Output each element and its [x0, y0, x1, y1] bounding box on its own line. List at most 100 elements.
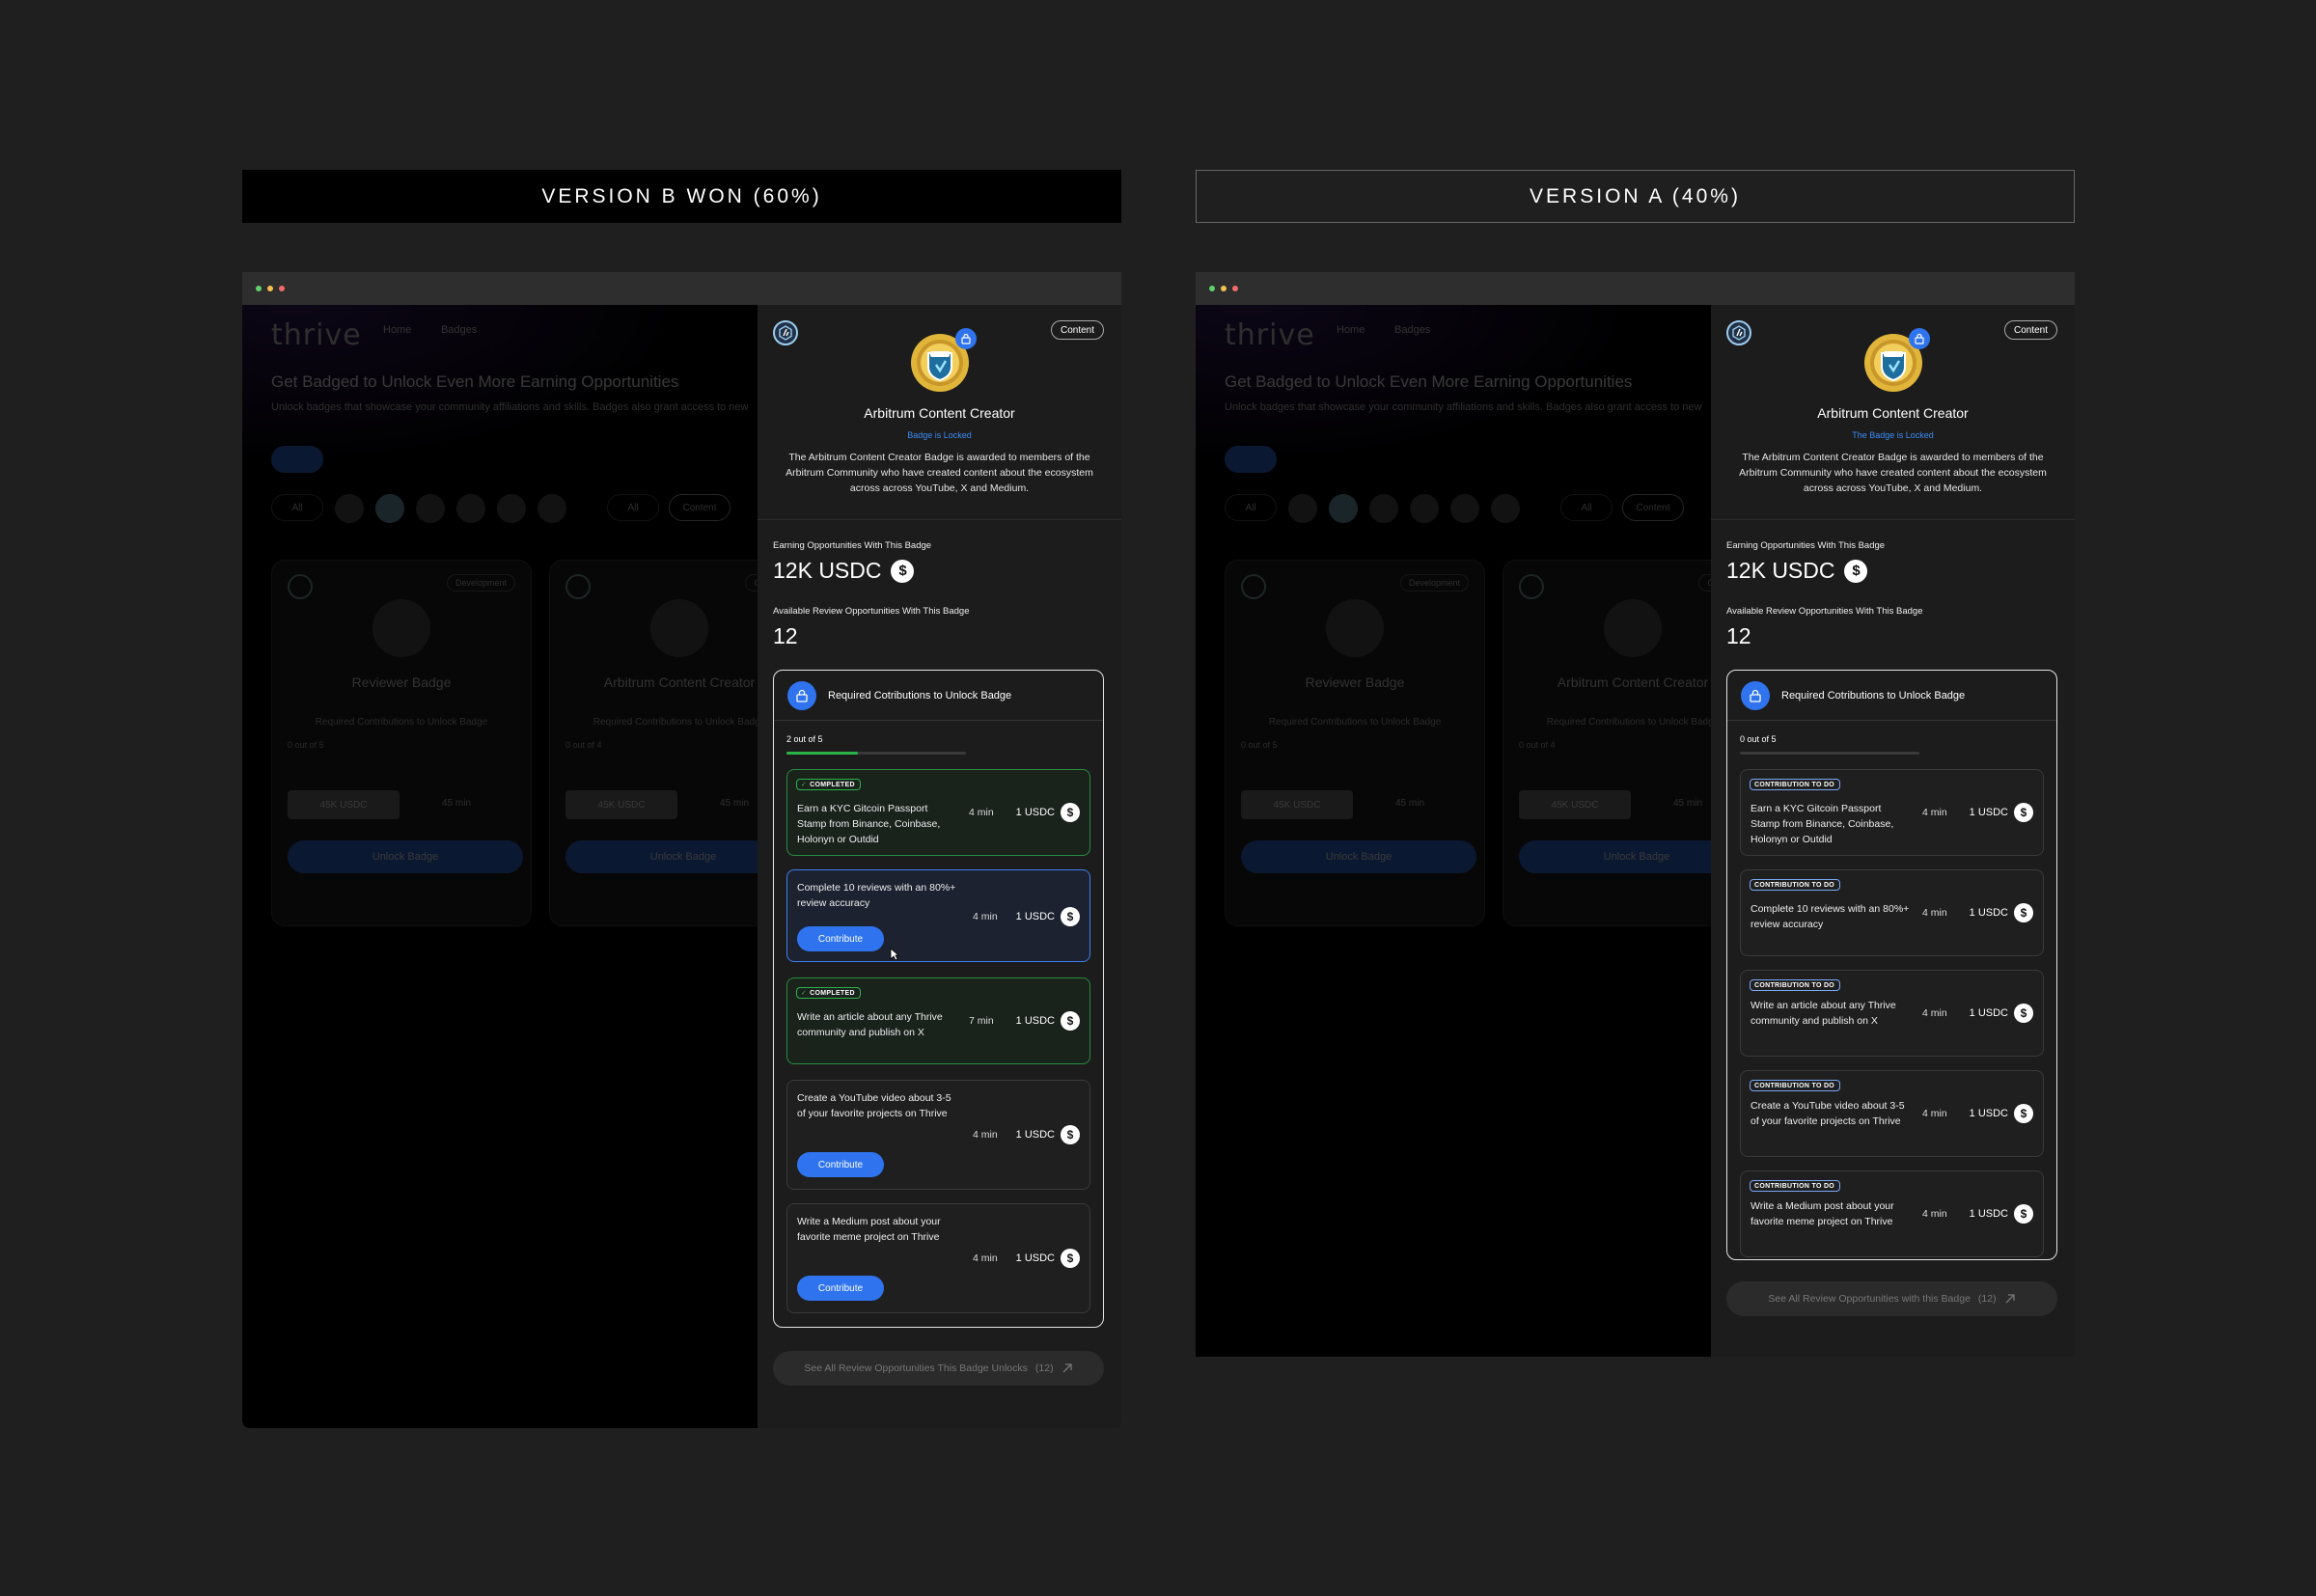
unlock-badge-button[interactable]: Unlock Badge — [565, 840, 758, 873]
badge-medal-icon — [372, 599, 430, 657]
completed-badge: ✓ COMPLETED — [796, 779, 861, 790]
badge-medal-icon — [650, 599, 708, 657]
badge-card-requirement: Required Contributions to Unlock Badge — [1546, 717, 1711, 728]
badge-card-mins: 45 min — [442, 798, 472, 809]
thrive-logo: thrive — [1225, 318, 1315, 352]
task-card[interactable]: CONTRIBUTION TO DO Write an article abou… — [1740, 970, 2044, 1057]
category-content-button[interactable]: Content — [669, 494, 731, 521]
progress-bar — [786, 752, 966, 755]
task-text: Create a YouTube video about 3-5 of your… — [1751, 1100, 1905, 1127]
badge-card-count: 0 out of 5 — [1241, 740, 1278, 750]
badge-locked-status: Badge is Locked — [907, 430, 972, 440]
task-mins: 4 min — [1922, 907, 1947, 919]
badge-card-title: Reviewer Badge — [351, 674, 452, 690]
task-text: Write an article about any Thrive commun… — [1751, 1000, 1896, 1027]
badge-medal-icon — [1604, 599, 1662, 657]
nav-home[interactable]: Home — [383, 324, 411, 336]
contribute-button[interactable]: Contribute — [797, 926, 884, 951]
filter-all-button[interactable]: All — [271, 494, 323, 521]
progress-text: 2 out of 5 — [786, 734, 823, 744]
arbitrum-logo-icon — [1726, 320, 1751, 345]
nav-home[interactable]: Home — [1337, 324, 1365, 336]
unlock-badge-button[interactable]: Unlock Badge — [1519, 840, 1711, 873]
see-all-review-button[interactable]: See All Review Opportunities This Badge … — [773, 1351, 1104, 1386]
badge-card-title: Arbitrum Content Creator — [1557, 674, 1709, 690]
badge-medal-icon — [1326, 599, 1384, 657]
badge-card-requirement: Required Contributions to Unlock Badge — [593, 717, 758, 728]
cursor-icon — [890, 948, 899, 961]
category-all-button[interactable]: All — [607, 494, 659, 521]
arbitrum-filter-icon[interactable] — [375, 494, 404, 523]
check-icon: ✓ — [801, 782, 808, 788]
badge-card-count: 0 out of 4 — [1519, 740, 1556, 750]
community-icon[interactable] — [1450, 494, 1479, 523]
task-mins: 4 min — [973, 911, 998, 922]
badge-description: The Arbitrum Content Creator Badge is aw… — [1739, 452, 2047, 494]
community-icon[interactable] — [497, 494, 526, 523]
community-icon[interactable] — [1288, 494, 1317, 523]
nav-badges[interactable]: Badges — [441, 324, 477, 336]
badge-card[interactable]: Development Reviewer Badge Required Cont… — [271, 560, 532, 926]
category-all-button[interactable]: All — [1560, 494, 1613, 521]
badge-card[interactable]: Content Arbitrum Content Creator Require… — [549, 560, 758, 926]
window-dot-yellow[interactable] — [1221, 286, 1227, 291]
task-card[interactable]: CONTRIBUTION TO DO Complete 10 reviews w… — [1740, 869, 2044, 956]
task-card[interactable]: ✓ COMPLETED Earn a KYC Gitcoin Passport S… — [786, 769, 1090, 856]
task-card[interactable]: Write a Medium post about your favorite … — [786, 1203, 1090, 1313]
contribute-button[interactable]: Contribute — [797, 1152, 884, 1177]
task-card[interactable]: Complete 10 reviews with an 80%+ review … — [786, 869, 1090, 962]
task-text: Earn a KYC Gitcoin Passport Stamp from B… — [797, 803, 941, 845]
filter-all-button[interactable]: All — [1225, 494, 1277, 521]
dollar-icon: $ — [1844, 559, 1868, 583]
window-dot-green[interactable] — [1209, 286, 1215, 291]
task-card[interactable]: ✓ COMPLETED Write an article about any Th… — [786, 977, 1090, 1064]
community-icon[interactable] — [456, 494, 485, 523]
see-all-review-button[interactable]: See All Review Opportunities with this B… — [1726, 1281, 2057, 1316]
task-card[interactable]: CONTRIBUTION TO DO Earn a KYC Gitcoin Pa… — [1740, 769, 2044, 856]
community-icon[interactable] — [1369, 494, 1398, 523]
version-a-title: VERSION A (40%) — [1196, 170, 2075, 223]
task-card[interactable]: CONTRIBUTION TO DO Create a YouTube vide… — [1740, 1070, 2044, 1157]
contribute-button[interactable]: Contribute — [797, 1276, 884, 1301]
community-icon[interactable] — [538, 494, 566, 523]
task-text: Complete 10 reviews with an 80%+ review … — [797, 882, 956, 909]
task-card[interactable]: Create a YouTube video about 3-5 of your… — [786, 1080, 1090, 1190]
dollar-icon: $ — [891, 559, 915, 583]
community-icon[interactable] — [1410, 494, 1439, 523]
task-mins: 4 min — [969, 807, 994, 818]
badge-card-tag: Development — [446, 574, 515, 592]
community-icon[interactable] — [1491, 494, 1520, 523]
required-title: Required Cotributions to Unlock Badge — [1781, 689, 1966, 702]
community-icon[interactable] — [335, 494, 364, 523]
lock-icon — [1741, 680, 1770, 710]
nav-badges[interactable]: Badges — [1394, 324, 1430, 336]
task-reward: 1 USDC — [1969, 1108, 2008, 1119]
window-dot-yellow[interactable] — [267, 286, 273, 291]
task-mins: 4 min — [1922, 1007, 1947, 1019]
badge-detail-panel: Content Arbitrum Content Creator The Bad… — [1711, 305, 2075, 1357]
contribution-todo-badge: CONTRIBUTION TO DO — [1750, 779, 1841, 790]
task-reward: 1 USDC — [1015, 911, 1055, 922]
task-reward: 1 USDC — [1015, 1252, 1055, 1264]
arbitrum-filter-icon[interactable] — [1329, 494, 1358, 523]
unlock-badge-button[interactable]: Unlock Badge — [288, 840, 523, 873]
task-card[interactable]: CONTRIBUTION TO DO Write a Medium post a… — [1740, 1170, 2044, 1257]
badge-detail-panel: Content Arbitrum Content Creator Badge i… — [758, 305, 1121, 1428]
badge-card-usdc: 45K USDC — [565, 790, 677, 819]
community-icon[interactable] — [416, 494, 445, 523]
divider — [758, 519, 1121, 520]
badge-card[interactable]: Content Arbitrum Content Creator Require… — [1503, 560, 1711, 926]
unlock-badge-button[interactable]: Unlock Badge — [1241, 840, 1476, 873]
background-app: thrive Home Badges Get Badged to Unlock … — [1196, 305, 1711, 1357]
window-dot-red[interactable] — [1232, 286, 1238, 291]
window-dot-green[interactable] — [256, 286, 262, 291]
arbitrum-logo-icon — [773, 320, 798, 345]
filter-all-pill[interactable] — [1225, 446, 1277, 473]
task-text: Write an article about any Thrive commun… — [797, 1011, 943, 1038]
category-content-button[interactable]: Content — [1622, 494, 1684, 521]
badge-card[interactable]: Development Reviewer Badge Required Cont… — [1225, 560, 1485, 926]
filter-all-pill[interactable] — [271, 446, 323, 473]
window-dot-red[interactable] — [279, 286, 285, 291]
task-mins: 7 min — [969, 1015, 994, 1027]
badge-card-usdc: 45K USDC — [1519, 790, 1631, 819]
